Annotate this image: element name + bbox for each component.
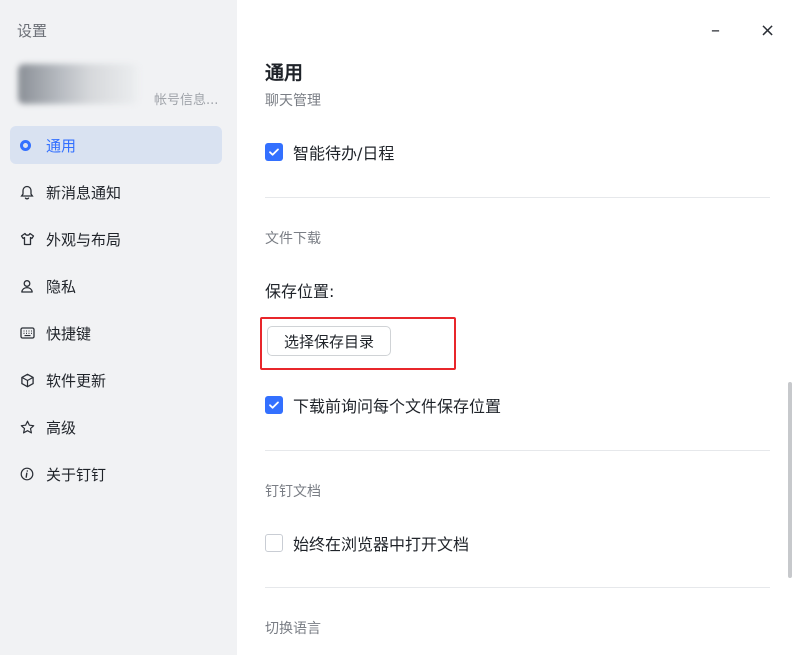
sidebar-item-general[interactable]: 通用 <box>10 126 222 164</box>
ask-each-file-checkbox[interactable]: 下载前询问每个文件保存位置 <box>265 393 501 417</box>
file-download-heading: 文件下载 <box>265 231 321 247</box>
minimize-button[interactable]: – <box>711 20 720 41</box>
open-in-browser-label: 始终在浏览器中打开文档 <box>293 535 470 554</box>
sidebar-item-advanced[interactable]: 高级 <box>10 408 222 446</box>
ask-each-file-label: 下载前询问每个文件保存位置 <box>293 397 502 416</box>
settings-title: 设置 <box>17 22 48 40</box>
avatar <box>18 64 138 104</box>
box-icon <box>20 371 42 389</box>
divider <box>265 450 770 451</box>
sidebar-item-label: 快捷键 <box>46 324 92 343</box>
sidebar-item-label: 外观与布局 <box>46 230 122 249</box>
sidebar-item-update[interactable]: 软件更新 <box>10 361 222 399</box>
sidebar-item-privacy[interactable]: 隐私 <box>10 267 222 305</box>
settings-content: – × 通用 聊天管理 智能待办/日程 文件下载 保存位置: 选择保存目录 下载… <box>237 0 797 655</box>
sidebar-item-about[interactable]: 关于钉钉 <box>10 455 222 493</box>
scrollbar[interactable] <box>788 382 792 578</box>
dingtalk-docs-heading: 钉钉文档 <box>265 484 321 500</box>
sidebar-nav: 通用 新消息通知 外观与布局 隐私 快捷键 软件更新 高级 关于钉钉 <box>10 126 222 502</box>
settings-dot-icon <box>20 136 42 154</box>
sidebar-item-label: 关于钉钉 <box>46 465 107 484</box>
info-icon <box>20 465 42 483</box>
sidebar-item-label: 高级 <box>46 418 77 437</box>
switch-language-heading: 切换语言 <box>265 621 321 637</box>
bell-icon <box>20 183 42 201</box>
sidebar: 设置 帐号信息... 通用 新消息通知 外观与布局 隐私 快捷键 软件更新 高级… <box>0 0 237 655</box>
choose-save-directory-button[interactable]: 选择保存目录 <box>267 326 391 356</box>
sidebar-item-label: 隐私 <box>46 277 77 296</box>
sidebar-item-label: 软件更新 <box>46 371 107 390</box>
account-info[interactable]: 帐号信息... <box>14 58 228 108</box>
sidebar-item-label: 通用 <box>46 136 77 155</box>
divider <box>265 587 770 588</box>
save-location-label: 保存位置: <box>265 282 335 301</box>
smart-todo-label: 智能待办/日程 <box>293 144 395 163</box>
section-title: 通用 <box>265 62 304 84</box>
checkbox-checked-icon <box>265 396 283 414</box>
divider <box>265 197 770 198</box>
person-icon <box>20 277 42 295</box>
keyboard-icon <box>20 324 42 342</box>
sidebar-item-label: 新消息通知 <box>46 183 122 202</box>
account-info-text: 帐号信息... <box>154 93 219 108</box>
star-icon <box>20 418 42 436</box>
smart-todo-checkbox[interactable]: 智能待办/日程 <box>265 140 394 164</box>
shirt-icon <box>20 230 42 248</box>
sidebar-item-appearance[interactable]: 外观与布局 <box>10 220 222 258</box>
sidebar-item-notifications[interactable]: 新消息通知 <box>10 173 222 211</box>
close-button[interactable]: × <box>760 20 775 41</box>
checkbox-checked-icon <box>265 143 283 161</box>
sidebar-item-shortcuts[interactable]: 快捷键 <box>10 314 222 352</box>
open-in-browser-checkbox[interactable]: 始终在浏览器中打开文档 <box>265 531 469 555</box>
chat-management-label: 聊天管理 <box>265 93 321 109</box>
checkbox-unchecked-icon <box>265 534 283 552</box>
